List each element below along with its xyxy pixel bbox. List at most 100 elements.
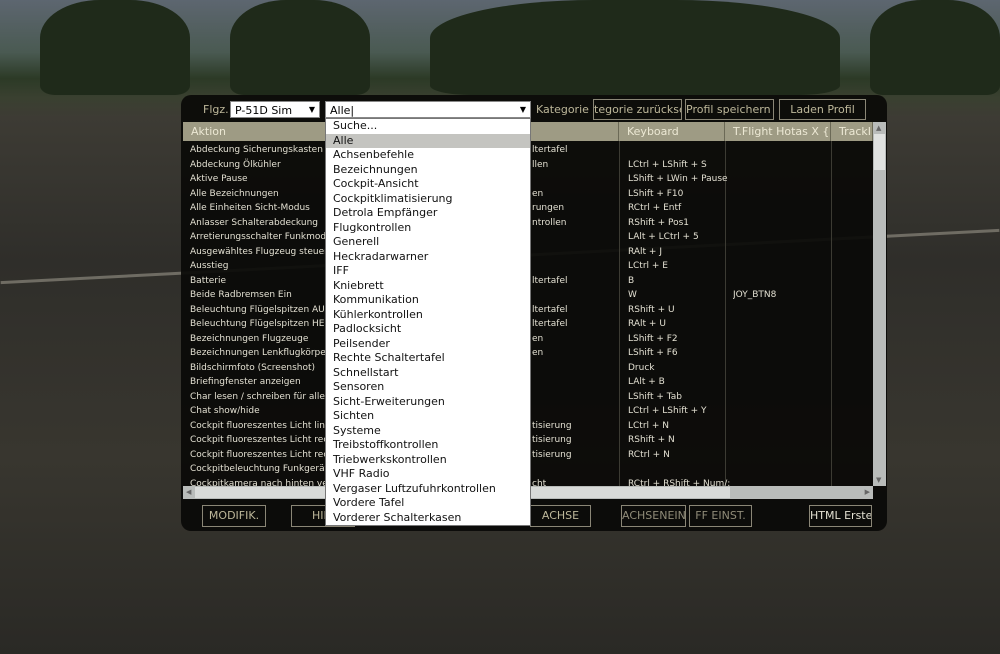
- dropdown-option[interactable]: Alle: [326, 133, 530, 148]
- keyboard-cell: RCtrl + N: [628, 449, 670, 460]
- keyboard-cell: RShift + Pos1: [628, 217, 690, 228]
- action-cell: Arretierungsschalter Funkmoduss: [190, 232, 325, 242]
- category-cell: ltertafel: [532, 304, 568, 315]
- dropdown-option[interactable]: Vordere Tafel: [326, 496, 530, 511]
- modifiers-button[interactable]: MODIFIK.: [202, 505, 266, 527]
- category-cell: ltertafel: [532, 319, 568, 329]
- scroll-thumb[interactable]: [874, 134, 885, 170]
- dropdown-option[interactable]: Kommunikation: [326, 293, 530, 308]
- html-export-button[interactable]: HTML Erstellen: [809, 505, 872, 527]
- action-cell: Beleuchtung Flügelspitzen HELL: [190, 319, 325, 329]
- action-cell: Alle Einheiten Sicht-Modus: [190, 203, 310, 213]
- category-cell: en: [532, 333, 544, 344]
- action-cell: Alle Bezeichnungen: [190, 188, 279, 199]
- action-cell: Cockpit fluoreszentes Licht links e: [190, 420, 325, 431]
- dropdown-option[interactable]: Flugkontrollen: [326, 221, 530, 236]
- dropdown-option[interactable]: IFF: [326, 264, 530, 279]
- axis-settings-button[interactable]: ACHSENEINST: [621, 505, 686, 527]
- action-cell: Bezeichnungen Flugzeuge: [190, 333, 309, 344]
- action-cell: Cockpit fluoreszentes Licht rechts: [190, 449, 325, 460]
- vertical-scrollbar[interactable]: ▲ ▼: [873, 122, 886, 486]
- aircraft-value: P-51D Sim: [235, 104, 293, 117]
- chevron-down-icon: ▼: [519, 105, 526, 114]
- dropdown-option[interactable]: Vergaser Luftzufuhrkontrollen: [326, 482, 530, 497]
- action-cell: Bildschirmfoto (Screenshot): [190, 362, 316, 373]
- dropdown-option[interactable]: Suche...: [326, 119, 530, 134]
- scroll-down-icon[interactable]: ▼: [876, 476, 881, 484]
- keyboard-cell: RCtrl + Entf: [628, 203, 682, 213]
- action-cell: Cockpit fluoreszentes Licht rechts: [190, 435, 325, 445]
- axis-button[interactable]: ACHSE: [530, 505, 591, 527]
- action-cell: Anlasser Schalterabdeckung: [190, 217, 318, 228]
- keyboard-cell: LCtrl + LShift + Y: [628, 406, 707, 416]
- dropdown-option[interactable]: Treibstoffkontrollen: [326, 438, 530, 453]
- keyboard-cell: Druck: [628, 362, 655, 373]
- dropdown-option[interactable]: Kniebrett: [326, 279, 530, 294]
- keyboard-cell: LAlt + B: [628, 377, 665, 387]
- dropdown-option[interactable]: Sichten: [326, 409, 530, 424]
- dropdown-option[interactable]: Systeme: [326, 424, 530, 439]
- column-header-joystick[interactable]: T.Flight Hotas X {F2: [725, 122, 831, 141]
- dropdown-option[interactable]: Peilsender: [326, 337, 530, 352]
- keyboard-cell: LCtrl + E: [628, 261, 668, 271]
- keyboard-cell: LCtrl + N: [628, 420, 670, 431]
- scroll-left-icon[interactable]: ◀: [186, 488, 191, 496]
- keyboard-cell: RAlt + J: [628, 246, 662, 257]
- action-cell: Chat show/hide: [190, 406, 260, 416]
- dropdown-option[interactable]: Sicht-Erweiterungen: [326, 395, 530, 410]
- dropdown-option[interactable]: Achsenbefehle: [326, 148, 530, 163]
- action-cell: Char lesen / schreiben für alle: [190, 391, 325, 402]
- dropdown-option[interactable]: Triebwerkskontrollen: [326, 453, 530, 468]
- keyboard-cell: LShift + LWin + Pause: [628, 174, 728, 184]
- dropdown-option[interactable]: VHF Radio: [326, 467, 530, 482]
- joystick-cell: JOY_BTN8: [733, 290, 777, 300]
- column-header-keyboard[interactable]: Keyboard: [619, 122, 725, 141]
- category-cell: tisierung: [532, 449, 572, 460]
- action-cell: Aktive Pause: [190, 174, 248, 184]
- category-label: Kategorie: [536, 103, 589, 116]
- dropdown-option[interactable]: Cockpitklimatisierung: [326, 192, 530, 207]
- dropdown-option[interactable]: Padlocksicht: [326, 322, 530, 337]
- category-cell: ltertafel: [532, 145, 568, 155]
- category-cell: en: [532, 188, 544, 199]
- dropdown-option[interactable]: Kühlerkontrollen: [326, 308, 530, 323]
- keyboard-cell: RShift + N: [628, 435, 675, 445]
- action-cell: Briefingfenster anzeigen: [190, 377, 301, 387]
- aircraft-select[interactable]: P-51D Sim ▼: [230, 101, 320, 118]
- keyboard-cell: LAlt + LCtrl + 5: [628, 232, 699, 242]
- action-cell: Ausgewähltes Flugzeug steuern: [190, 246, 325, 257]
- dropdown-option[interactable]: Heckradarwarner: [326, 250, 530, 265]
- keyboard-cell: LShift + F2: [628, 333, 678, 344]
- dropdown-option[interactable]: Bezeichnungen: [326, 163, 530, 178]
- dropdown-option[interactable]: Detrola Empfänger: [326, 206, 530, 221]
- reset-category-button[interactable]: tegorie zurücksetz: [593, 99, 682, 120]
- action-cell: Bezeichnungen Lenkflugkörper: [190, 348, 325, 358]
- dropdown-option[interactable]: Sensoren: [326, 380, 530, 395]
- category-cell: rungen: [532, 203, 565, 213]
- dropdown-option[interactable]: Vorderer Schalterkasen: [326, 511, 530, 526]
- category-cell: ntrollen: [532, 217, 567, 228]
- dropdown-option[interactable]: Generell: [326, 235, 530, 250]
- dropdown-option[interactable]: Rechte Schaltertafel: [326, 351, 530, 366]
- category-cell: llen: [532, 159, 549, 170]
- chevron-down-icon: ▼: [308, 105, 315, 114]
- save-profile-button[interactable]: Profil speichern als: [685, 99, 774, 120]
- category-select[interactable]: Alle| ▼: [325, 101, 531, 118]
- action-cell: Beide Radbremsen Ein: [190, 290, 292, 300]
- action-cell: Beleuchtung Flügelspitzen AUS: [190, 304, 325, 315]
- column-header-trackir[interactable]: TrackI: [831, 122, 873, 141]
- dropdown-option[interactable]: Cockpit-Ansicht: [326, 177, 530, 192]
- keyboard-cell: LShift + F6: [628, 348, 678, 358]
- load-profile-button[interactable]: Laden Profil: [779, 99, 866, 120]
- scroll-right-icon[interactable]: ▶: [865, 488, 870, 496]
- action-cell: Abdeckung Ölkühler: [190, 159, 281, 170]
- dropdown-option[interactable]: Schnellstart: [326, 366, 530, 381]
- background-trees: [430, 0, 840, 95]
- aircraft-label: Flgz.: [203, 103, 229, 116]
- keyboard-cell: RShift + U: [628, 304, 675, 315]
- action-cell: Cockpitbeleuchtung Funkgeräte e: [190, 464, 325, 474]
- keyboard-cell: LShift + Tab: [628, 391, 682, 402]
- scroll-up-icon[interactable]: ▲: [876, 124, 881, 132]
- category-dropdown-list[interactable]: Suche... Alle Achsenbefehle Bezeichnungen Co…: [325, 118, 531, 526]
- ff-settings-button[interactable]: FF EINST.: [689, 505, 752, 527]
